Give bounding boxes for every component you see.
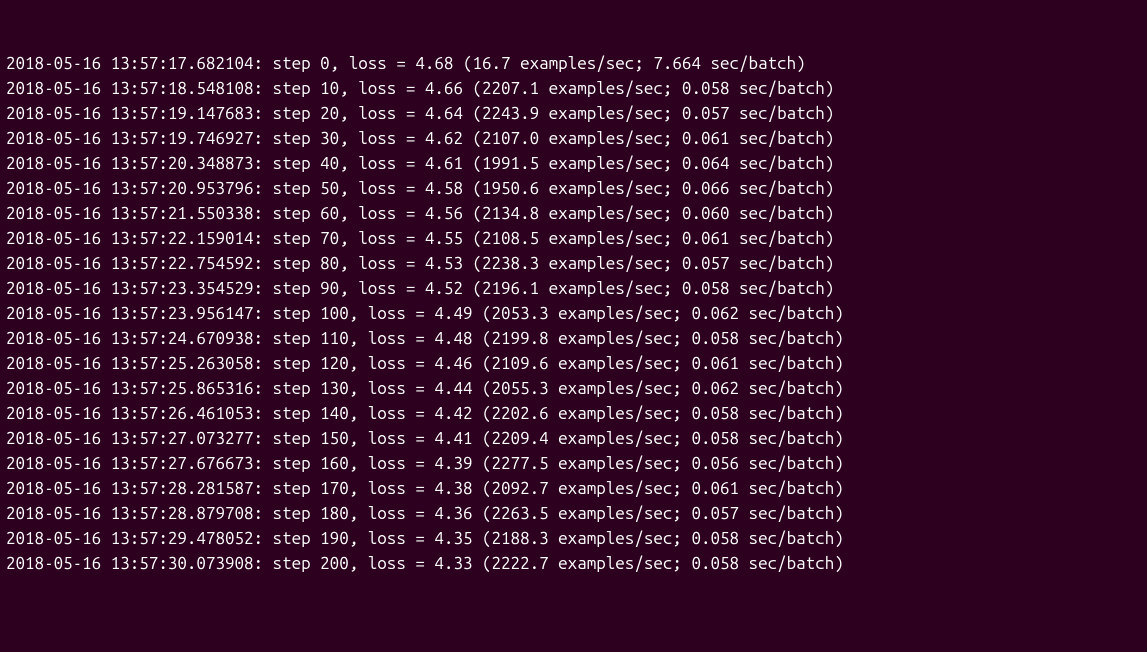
log-line: 2018-05-16 13:57:18.548108: step 10, los… — [6, 77, 1141, 102]
log-line: 2018-05-16 13:57:27.676673: step 160, lo… — [6, 452, 1141, 477]
log-line: 2018-05-16 13:57:19.746927: step 30, los… — [6, 127, 1141, 152]
log-line: 2018-05-16 13:57:17.682104: step 0, loss… — [6, 52, 1141, 77]
log-line: 2018-05-16 13:57:27.073277: step 150, lo… — [6, 427, 1141, 452]
log-line: 2018-05-16 13:57:30.073908: step 200, lo… — [6, 552, 1141, 577]
terminal-output: 2018-05-16 13:57:17.682104: step 0, loss… — [6, 52, 1141, 577]
log-line: 2018-05-16 13:57:23.354529: step 90, los… — [6, 277, 1141, 302]
log-line: 2018-05-16 13:57:29.478052: step 190, lo… — [6, 527, 1141, 552]
log-line: 2018-05-16 13:57:28.879708: step 180, lo… — [6, 502, 1141, 527]
log-line: 2018-05-16 13:57:25.263058: step 120, lo… — [6, 352, 1141, 377]
log-line: 2018-05-16 13:57:19.147683: step 20, los… — [6, 102, 1141, 127]
log-line: 2018-05-16 13:57:23.956147: step 100, lo… — [6, 302, 1141, 327]
log-line: 2018-05-16 13:57:26.461053: step 140, lo… — [6, 402, 1141, 427]
log-line: 2018-05-16 13:57:20.953796: step 50, los… — [6, 177, 1141, 202]
log-line: 2018-05-16 13:57:28.281587: step 170, lo… — [6, 477, 1141, 502]
log-line: 2018-05-16 13:57:21.550338: step 60, los… — [6, 202, 1141, 227]
log-line: 2018-05-16 13:57:24.670938: step 110, lo… — [6, 327, 1141, 352]
log-line: 2018-05-16 13:57:25.865316: step 130, lo… — [6, 377, 1141, 402]
log-line: 2018-05-16 13:57:22.754592: step 80, los… — [6, 252, 1141, 277]
log-line: 2018-05-16 13:57:20.348873: step 40, los… — [6, 152, 1141, 177]
log-line: 2018-05-16 13:57:22.159014: step 70, los… — [6, 227, 1141, 252]
